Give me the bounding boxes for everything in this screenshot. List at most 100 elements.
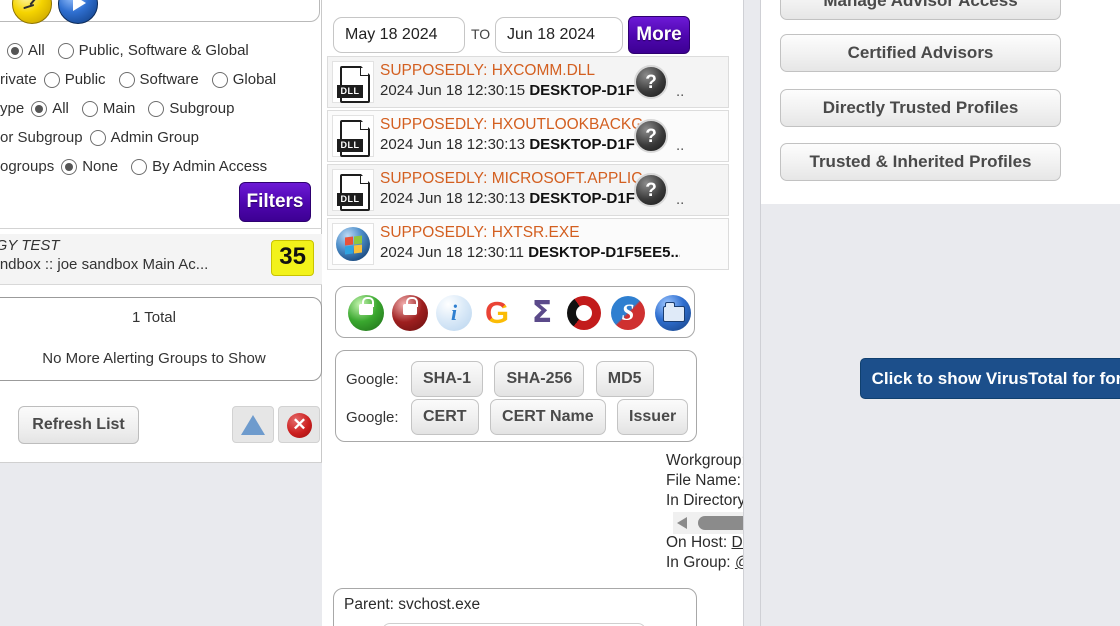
radio-label-type-subgroup: Subgroup (169, 100, 234, 117)
help-question-icon[interactable]: ? (634, 119, 668, 153)
app-root: All Public, Software & Global rivate Pub… (0, 0, 1120, 626)
radio-label-none: None (82, 158, 118, 175)
scroll-top-button[interactable] (232, 406, 274, 443)
action-icon-toolbar: i G Σ S (335, 286, 695, 338)
radio-label-admin-group: Admin Group (111, 129, 199, 146)
md5-button[interactable]: MD5 (596, 361, 654, 397)
windows-orb-icon (332, 223, 374, 265)
file-list-item[interactable]: DLL SUPPOSEDLY: HXCOMM.DLL 2024 Jun 18 1… (327, 56, 729, 108)
file-item-host: DESKTOP-D1F (529, 190, 635, 207)
hash-row-cert: Google: CERT CERT Name Issuer (346, 399, 695, 435)
file-item-host: DESKTOP-D1F5EE5... (528, 244, 680, 261)
date-from-input[interactable]: May 18 2024 (333, 17, 465, 53)
triangle-up-icon (241, 415, 265, 435)
radio-subgroups-by-admin-access[interactable] (131, 159, 147, 175)
manage-advisor-access-button[interactable]: Manage Advisor Access (780, 0, 1061, 20)
alerting-groups-box: 1 Total No More Alerting Groups to Show (0, 297, 322, 381)
filter-row-subgroups: ogroups None By Admin Access (0, 152, 322, 181)
certified-advisors-button[interactable]: Certified Advisors (780, 34, 1061, 72)
date-to-label: TO (471, 26, 490, 42)
filter-label-subgroups: ogroups (0, 158, 54, 175)
group-row-subtitle: sandbox :: joe sandbox Main Ac... (0, 256, 208, 273)
directly-trusted-profiles-button[interactable]: Directly Trusted Profiles (780, 89, 1061, 127)
trusted-inherited-profiles-button[interactable]: Trusted & Inherited Profiles (780, 143, 1061, 181)
radio-visibility-global[interactable] (212, 72, 228, 88)
file-item-host: DESKTOP-D1F (529, 136, 635, 153)
file-item-trailing: .. (676, 83, 684, 100)
hash-lookup-box: Google: SHA-1 SHA-256 MD5 Google: CERT C… (335, 350, 697, 442)
virustotal-sigma-icon[interactable]: Σ (525, 297, 559, 329)
info-icon[interactable]: i (436, 295, 472, 331)
filter-row-admin: or Subgroup Admin Group (0, 123, 322, 152)
cert-button[interactable]: CERT (411, 399, 479, 435)
lock-red-icon[interactable] (392, 295, 428, 331)
right-panel-background (761, 204, 1120, 626)
radio-scope-all[interactable] (7, 43, 23, 59)
file-item-title: SUPPOSEDLY: MICROSOFT.APPLIC (380, 170, 676, 188)
radio-label-scope-psg: Public, Software & Global (79, 42, 249, 59)
left-bottom-background (0, 463, 322, 626)
right-button-stack: Manage Advisor Access Certified Advisors… (761, 0, 1120, 204)
file-list-item[interactable]: SUPPOSEDLY: HXTSR.EXE 2024 Jun 18 12:30:… (327, 218, 729, 270)
clock-icon[interactable] (12, 0, 52, 24)
dll-file-icon: DLL (332, 169, 374, 211)
group-count-badge: 35 (271, 240, 314, 276)
scroll-left-arrow-icon[interactable] (677, 517, 687, 529)
filters-button[interactable]: Filters (239, 182, 311, 222)
help-question-icon[interactable]: ? (634, 173, 668, 207)
open-folder-icon[interactable] (655, 295, 691, 331)
radio-label-type-main: Main (103, 100, 136, 117)
unlock-green-icon[interactable] (348, 295, 384, 331)
google-label-hashes: Google: (346, 371, 399, 388)
file-item-timestamp: 2024 Jun 18 12:30:13 (380, 136, 525, 153)
file-item-timestamp: 2024 Jun 18 12:30:13 (380, 190, 525, 207)
in-group-label: In Group: (666, 554, 731, 571)
file-item-timestamp: 2024 Jun 18 12:30:11 (380, 244, 524, 261)
sophos-icon[interactable]: S (611, 296, 645, 330)
date-to-input[interactable]: Jun 18 2024 (495, 17, 623, 53)
filter-row-type: ype All Main Subgroup (0, 94, 322, 123)
radio-visibility-software[interactable] (119, 72, 135, 88)
play-icon[interactable] (58, 0, 98, 24)
radio-subgroups-none[interactable] (61, 159, 77, 175)
google-label-cert: Google: (346, 409, 399, 426)
file-list-item[interactable]: DLL SUPPOSEDLY: MICROSOFT.APPLIC 2024 Ju… (327, 164, 729, 216)
dll-file-icon: DLL (332, 115, 374, 157)
radio-type-main[interactable] (82, 101, 98, 117)
cert-name-button[interactable]: CERT Name (490, 399, 606, 435)
group-list-row[interactable]: GGY TEST sandbox :: joe sandbox Main Ac.… (0, 234, 322, 285)
radio-label-software: Software (140, 71, 199, 88)
close-panel-button[interactable]: ✕ (278, 406, 320, 443)
radio-type-all[interactable] (31, 101, 47, 117)
file-event-list: DLL SUPPOSEDLY: HXCOMM.DLL 2024 Jun 18 1… (327, 56, 729, 272)
google-search-icon[interactable]: G (480, 296, 514, 330)
file-item-meta: 2024 Jun 18 12:30:11 DESKTOP-D1F5EE5... (380, 244, 680, 261)
radio-admin-group[interactable] (90, 130, 106, 146)
filter-label-or-subgroup: or Subgroup (0, 129, 83, 146)
x-circle-icon: ✕ (287, 413, 312, 438)
sha1-button[interactable]: SHA-1 (411, 361, 483, 397)
group-row-title: GGY TEST (0, 237, 60, 254)
file-item-host: DESKTOP-D1F (529, 82, 635, 99)
column-gutter (743, 0, 761, 626)
dll-file-icon: DLL (332, 61, 374, 103)
radio-scope-public-software-global[interactable] (58, 43, 74, 59)
help-question-icon[interactable]: ? (634, 65, 668, 99)
sha256-button[interactable]: SHA-256 (494, 361, 584, 397)
alerting-total-label: 1 Total (0, 309, 321, 326)
radio-visibility-public[interactable] (44, 72, 60, 88)
radio-type-subgroup[interactable] (148, 101, 164, 117)
on-host-label: On Host: (666, 534, 727, 551)
file-item-timestamp: 2024 Jun 18 12:30:15 (380, 82, 525, 99)
file-item-trailing: .. (676, 191, 684, 208)
refresh-list-button[interactable]: Refresh List (18, 406, 139, 444)
file-list-item[interactable]: DLL SUPPOSEDLY: HXOUTLOOKBACKG 2024 Jun … (327, 110, 729, 162)
issuer-button[interactable]: Issuer (617, 399, 688, 435)
filter-row-visibility: rivate Public Software Global (0, 65, 322, 94)
file-item-trailing: .. (676, 137, 684, 154)
hybrid-analysis-icon[interactable] (567, 296, 601, 330)
virustotal-tooltip: Click to show VirusTotal for for this Ap… (860, 358, 1120, 399)
more-button[interactable]: More (628, 16, 690, 54)
parent-process-box: Parent: svchost.exe (333, 588, 697, 626)
radio-label-type-all: All (52, 100, 69, 117)
